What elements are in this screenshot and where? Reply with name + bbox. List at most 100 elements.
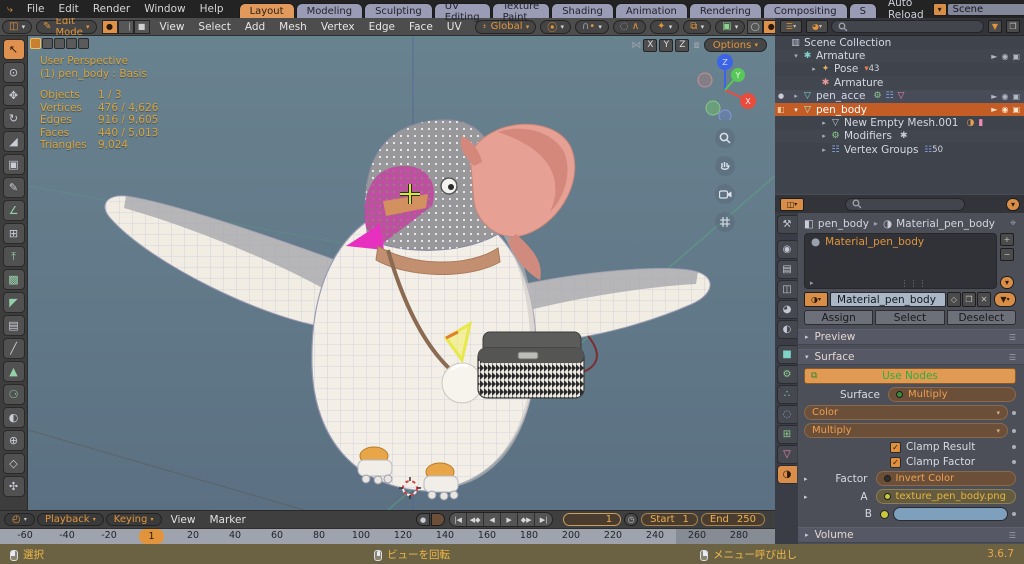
properties-options-button[interactable]: ▾ <box>1006 197 1020 211</box>
clamp-result-checkbox[interactable]: ✓ <box>890 441 901 453</box>
outliner-row-armature[interactable]: ▾ ✱ Armature ► ◉ ▣ <box>775 49 1024 63</box>
fake-user-button[interactable]: ◇ <box>947 292 961 307</box>
toggle-perspective-button[interactable] <box>715 212 735 232</box>
select-mode-vertex-button[interactable]: ● <box>101 19 118 34</box>
breadcrumb-material[interactable]: Material_pen_body <box>896 218 995 230</box>
current-frame-field[interactable]: 1 <box>563 513 622 526</box>
outliner-row-pen-body[interactable]: ◧ ▾ ▽ pen_body ► ◉ ▣ <box>775 102 1024 117</box>
b-color-field[interactable] <box>893 507 1008 521</box>
outliner-row-pen-acce[interactable]: ● ▸ ▽ pen_acce ⚙ ☷ ▽ ► ◉ ▣ <box>775 89 1024 103</box>
tool-loop-cut[interactable]: ▤ <box>2 315 25 336</box>
tool-shrink-fatten[interactable]: ◇ <box>2 453 25 474</box>
scene-browse-button[interactable]: ▾ <box>932 2 947 16</box>
select-mode-face-button[interactable]: ■ <box>133 19 150 34</box>
tab-scene[interactable]: ◕ <box>776 300 797 319</box>
menu-face[interactable]: Face <box>402 21 440 33</box>
frame-end-field[interactable]: End 250 <box>700 513 765 526</box>
outliner-row-scene-collection[interactable]: ▥ Scene Collection <box>775 36 1024 49</box>
mode-dropdown[interactable]: ✎ Edit Mode ▾ <box>36 16 97 38</box>
tab-object[interactable]: ■ <box>776 345 797 364</box>
outliner-editor-dropdown[interactable]: ☰ ▾ <box>780 20 802 33</box>
quick-icon-4[interactable] <box>66 38 77 49</box>
timeline-ruler[interactable]: -60 -40 -20 20 40 60 80 100 120 140 160 … <box>0 528 775 546</box>
clamp-factor-checkbox[interactable]: ✓ <box>890 456 901 468</box>
mirror-y-button[interactable]: Y <box>659 38 674 52</box>
hide-eye-icon[interactable]: ◉ <box>1001 105 1008 114</box>
outliner-display-dropdown[interactable]: ◕ ▾ <box>806 20 828 33</box>
tool-transform[interactable]: ▣ <box>2 154 25 175</box>
camera-view-button[interactable] <box>715 184 735 204</box>
animate-dot[interactable] <box>1012 428 1016 433</box>
animate-dot[interactable] <box>1012 445 1016 449</box>
workspace-tab-sculpting[interactable]: Sculpting <box>364 3 433 18</box>
material-name-field[interactable]: Material_pen_body <box>830 292 946 307</box>
playhead-current-frame[interactable]: 1 <box>139 529 164 544</box>
surface-shader-selector[interactable]: Multiply <box>888 387 1016 402</box>
tab-view-layer[interactable]: ◫ <box>776 280 797 299</box>
menu-render[interactable]: Render <box>86 3 137 15</box>
outliner-row-vertex-groups[interactable]: ▸ ☷ Vertex Groups ☷50 <box>775 143 1024 156</box>
render-camera-icon[interactable]: ▣ <box>1012 105 1020 114</box>
list-grip-icon[interactable]: ⋮⋮⋮ <box>901 279 928 288</box>
use-nodes-button[interactable]: ⧉ Use Nodes <box>804 368 1016 384</box>
menu-add[interactable]: Add <box>238 21 272 33</box>
next-keyframe-button[interactable]: ◆▶ <box>518 513 536 526</box>
tab-object-data[interactable]: ▽ <box>776 445 797 464</box>
workspace-tab-texture-paint[interactable]: Texture Paint <box>491 1 551 23</box>
color-input-dropdown[interactable]: Color ▾ <box>804 405 1008 420</box>
outliner-row-modifiers[interactable]: ▸ ⚙ Modifiers ✱ <box>775 129 1024 144</box>
tool-smooth[interactable]: ◐ <box>2 407 25 428</box>
hide-eye-icon[interactable]: ◉ <box>1001 92 1008 101</box>
menu-edit[interactable]: Edit <box>51 3 85 15</box>
tab-physics[interactable]: ◌ <box>776 405 797 424</box>
properties-editor-dropdown[interactable]: ◫ ▾ <box>780 197 804 211</box>
workspace-tab-modeling[interactable]: Modeling <box>295 3 364 18</box>
tool-tweak-cursor[interactable]: ⊙ <box>2 62 25 83</box>
shading-wireframe-button[interactable]: ◯ <box>747 19 764 34</box>
properties-search-input[interactable] <box>844 197 965 211</box>
menu-edge[interactable]: Edge <box>362 21 402 33</box>
workspace-tab-layout[interactable]: Layout <box>238 3 295 18</box>
material-slot-name[interactable]: Material_pen_body <box>825 236 924 248</box>
blend-mode-dropdown[interactable]: Multiply ▾ <box>804 423 1008 438</box>
selectable-icon[interactable]: ► <box>991 105 997 114</box>
tool-add-cube[interactable]: ⊞ <box>2 223 25 244</box>
list-expand-icon[interactable]: ▸ <box>810 279 814 287</box>
menu-vertex[interactable]: Vertex <box>314 21 362 33</box>
jump-to-start-button[interactable]: |◀ <box>450 513 468 526</box>
quick-icon-2[interactable] <box>42 38 53 49</box>
tool-measure[interactable]: ∠ <box>2 200 25 221</box>
workspace-tab-shading[interactable]: Shading <box>551 3 614 18</box>
tool-annotate[interactable]: ✎ <box>2 177 25 198</box>
render-camera-icon[interactable]: ▣ <box>1012 52 1020 61</box>
xray-toggle[interactable]: ▣ ▾ <box>715 19 746 34</box>
quick-icon-5[interactable] <box>78 38 89 49</box>
mirror-x-button[interactable]: X <box>643 38 658 52</box>
volume-section-header[interactable]: ▸ Volume ☰ <box>798 527 1024 543</box>
timeline-view-menu[interactable]: View <box>164 514 203 526</box>
unlink-material-button[interactable]: ✕ <box>977 292 991 307</box>
play-reverse-button[interactable]: ◀ <box>484 513 502 526</box>
tool-edge-slide[interactable]: ⊕ <box>2 430 25 451</box>
frame-start-field[interactable]: Start 1 <box>641 513 698 526</box>
tool-select-box[interactable]: ↖ <box>2 39 25 60</box>
tab-tool[interactable]: ⚒ <box>776 215 797 234</box>
keying-set-button[interactable] <box>431 513 446 526</box>
tool-extrude-region[interactable]: ⤒ <box>2 246 25 267</box>
render-camera-icon[interactable]: ▣ <box>1012 92 1020 101</box>
workspace-tab-uv-editing[interactable]: UV Editing <box>433 1 491 23</box>
menu-window[interactable]: Window <box>137 3 192 15</box>
workspace-tab-compositing[interactable]: Compositing <box>762 3 848 18</box>
tool-rotate[interactable]: ↻ <box>2 108 25 129</box>
quick-icon-3[interactable] <box>54 38 65 49</box>
browse-material-button[interactable]: ◑ ▾ <box>804 292 828 307</box>
outliner-row-armature-data[interactable]: ✱ Armature <box>775 76 1024 90</box>
material-filter-dropdown[interactable]: ▼ ▾ <box>994 292 1016 307</box>
menu-help[interactable]: Help <box>193 3 231 15</box>
stopwatch-icon[interactable]: ◷ <box>624 513 639 526</box>
outliner-filter-button[interactable]: ▼ <box>988 20 1002 33</box>
quick-icon-active[interactable] <box>30 38 41 49</box>
menu-file[interactable]: File <box>20 3 52 15</box>
animate-dot[interactable] <box>1012 460 1016 464</box>
viewport-3d[interactable]: ⋈ X Y Z ⧇ Options ▾ User Perspective (1)… <box>28 36 775 510</box>
